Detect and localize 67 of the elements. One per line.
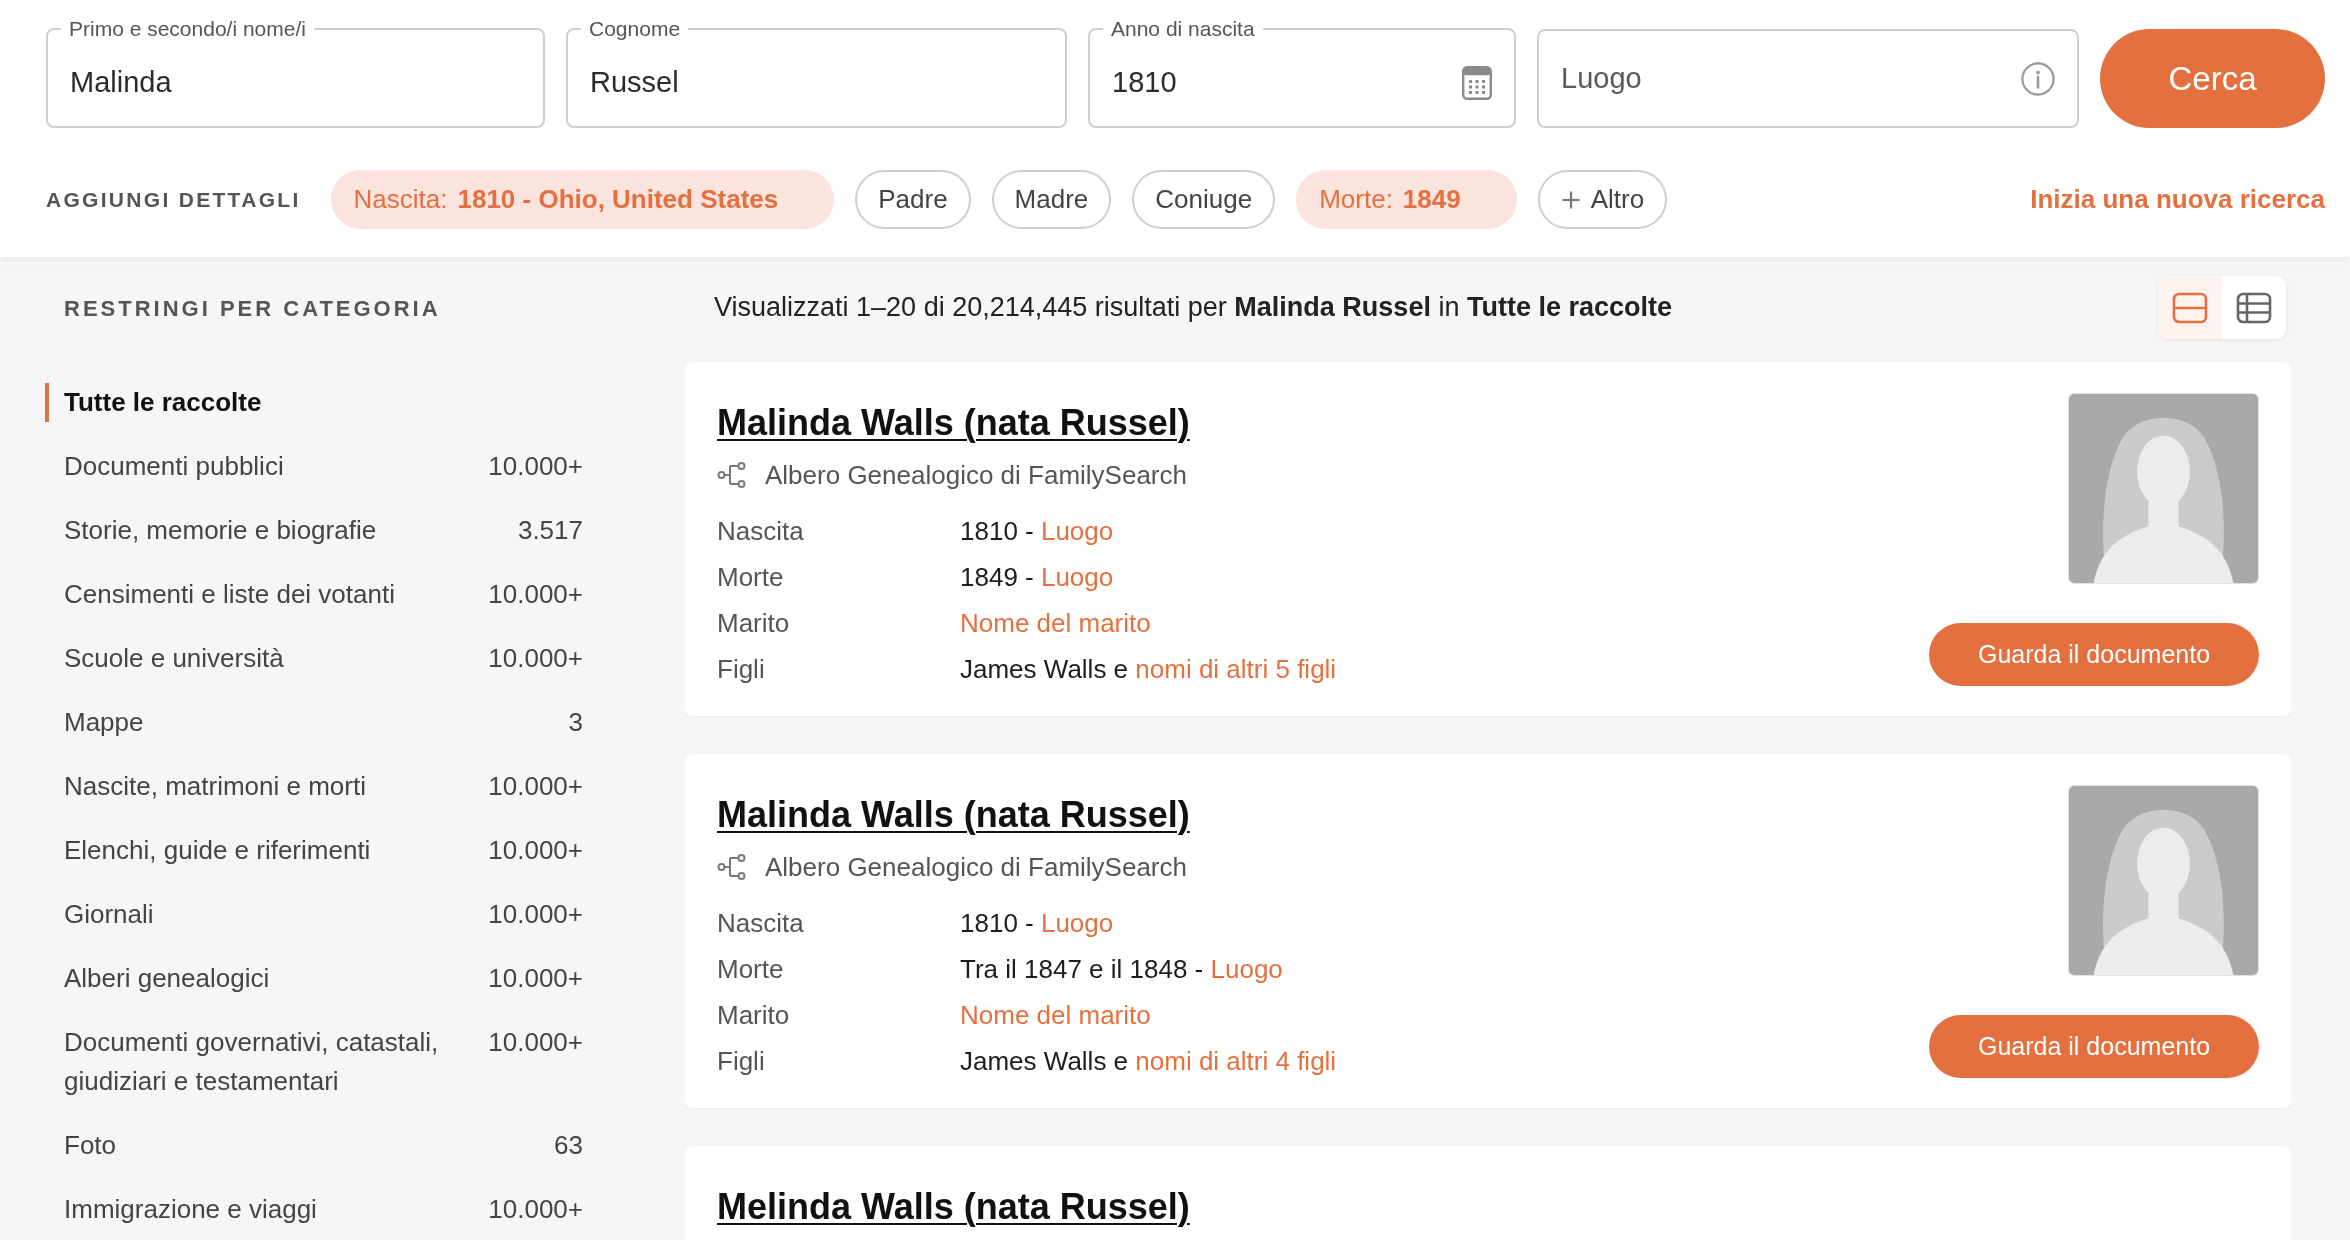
fact-label: Marito xyxy=(717,607,791,640)
category-link[interactable]: Scuole e università xyxy=(45,638,284,678)
category-link[interactable]: Elenchi, guide e riferimenti xyxy=(45,830,371,870)
category-link[interactable]: Storie, memorie e biografie xyxy=(45,510,377,550)
category-count: 10.000+ xyxy=(488,449,583,483)
category-count: 10.000+ xyxy=(488,1192,583,1226)
fact-label: Figli xyxy=(717,1045,766,1078)
fact-value: James Walls e nomi di altri 5 figli xyxy=(960,653,1337,686)
category-link[interactable]: Foto xyxy=(45,1125,117,1165)
category-count: 3.517 xyxy=(517,513,583,547)
fact-value: 1849 - Luogo xyxy=(960,561,1114,594)
split-rectangle-icon xyxy=(2172,291,2208,324)
fact-label: Figli xyxy=(717,653,766,686)
category-link[interactable]: Documenti governativi, catastali, giudiziari e testamentari xyxy=(45,1022,475,1101)
record-source: Albero Genealogico di FamilySearch xyxy=(765,459,1187,492)
record-title-link[interactable]: Melinda Walls (nata Russel) xyxy=(717,1184,1190,1230)
category-count: 10.000+ xyxy=(488,577,583,611)
fact-value: 1810 - Luogo xyxy=(960,907,1114,940)
results-summary: Visualizzati 1–20 di 20,214,445 risultati per Malinda Russel in Tutte le raccolte xyxy=(714,291,1672,325)
category-count: 3 xyxy=(568,705,583,739)
category-count: 10.000+ xyxy=(488,769,583,803)
fact-value: James Walls e nomi di altri 4 figli xyxy=(960,1045,1337,1078)
tree-icon xyxy=(717,462,747,488)
place-field[interactable]: Luogo xyxy=(1537,29,2079,128)
first-name-field[interactable]: Primo e secondo/i nome/i Malinda xyxy=(46,18,545,128)
fact-value: 1810 - Luogo xyxy=(960,515,1114,548)
sidebar-title: RESTRINGI PER CATEGORIA xyxy=(64,295,442,323)
add-detail-button[interactable]: Altro xyxy=(1537,170,1668,229)
table-icon xyxy=(2236,291,2272,324)
fact-label: Marito xyxy=(717,999,791,1032)
fact-label: Nascita xyxy=(717,907,805,940)
fact-label: Morte xyxy=(717,561,785,594)
detail-chip[interactable]: Madre xyxy=(991,170,1112,229)
birth-year-field[interactable]: Anno di nascita 1810 xyxy=(1088,18,1516,128)
table-view-button[interactable] xyxy=(2222,276,2286,339)
surname-input[interactable]: Russel xyxy=(590,52,1043,113)
category-link[interactable]: Mappe xyxy=(45,702,144,742)
record-title-link[interactable]: Malinda Walls (nata Russel) xyxy=(717,400,1190,446)
category-link[interactable]: Censimenti e liste dei votanti xyxy=(45,574,395,614)
category-link[interactable]: Alberi genealogici xyxy=(45,958,270,998)
record-source: Albero Genealogico di FamilySearch xyxy=(765,851,1187,884)
info-icon[interactable] xyxy=(2021,61,2055,96)
calendar-icon[interactable] xyxy=(1462,65,1492,100)
category-link[interactable]: Nascite, matrimoni e morti xyxy=(45,766,366,806)
category-link[interactable]: Immigrazione e viaggi xyxy=(45,1189,317,1229)
first-name-input[interactable]: Malinda xyxy=(70,52,521,113)
category-count: 10.000+ xyxy=(488,833,583,867)
birth-year-input[interactable]: 1810 xyxy=(1112,52,1450,113)
category-link[interactable]: Giornali xyxy=(45,894,154,934)
tree-icon xyxy=(717,854,747,880)
category-count: 10.000+ xyxy=(488,1025,583,1059)
details-label: AGGIUNGI DETTAGLI xyxy=(46,186,301,213)
category-count: 10.000+ xyxy=(488,961,583,995)
plus-icon xyxy=(1560,189,1581,210)
record-title-link[interactable]: Malinda Walls (nata Russel) xyxy=(717,792,1190,838)
place-input[interactable]: Luogo xyxy=(1561,48,2009,109)
detail-chip[interactable]: Padre xyxy=(855,170,971,229)
card-view-button[interactable] xyxy=(2158,276,2222,339)
fact-value: Tra il 1847 e il 1848 - Luogo xyxy=(960,953,1283,986)
detail-chip[interactable]: Coniuge xyxy=(1132,170,1276,229)
category-count: 10.000+ xyxy=(488,897,583,931)
category-link[interactable]: Documenti pubblici xyxy=(45,446,284,486)
fact-label: Nascita xyxy=(717,515,805,548)
fact-label: Morte xyxy=(717,953,785,986)
category-link[interactable]: Tutte le raccolte xyxy=(45,382,262,422)
category-count: 63 xyxy=(554,1128,583,1162)
category-count: 10.000+ xyxy=(488,641,583,675)
